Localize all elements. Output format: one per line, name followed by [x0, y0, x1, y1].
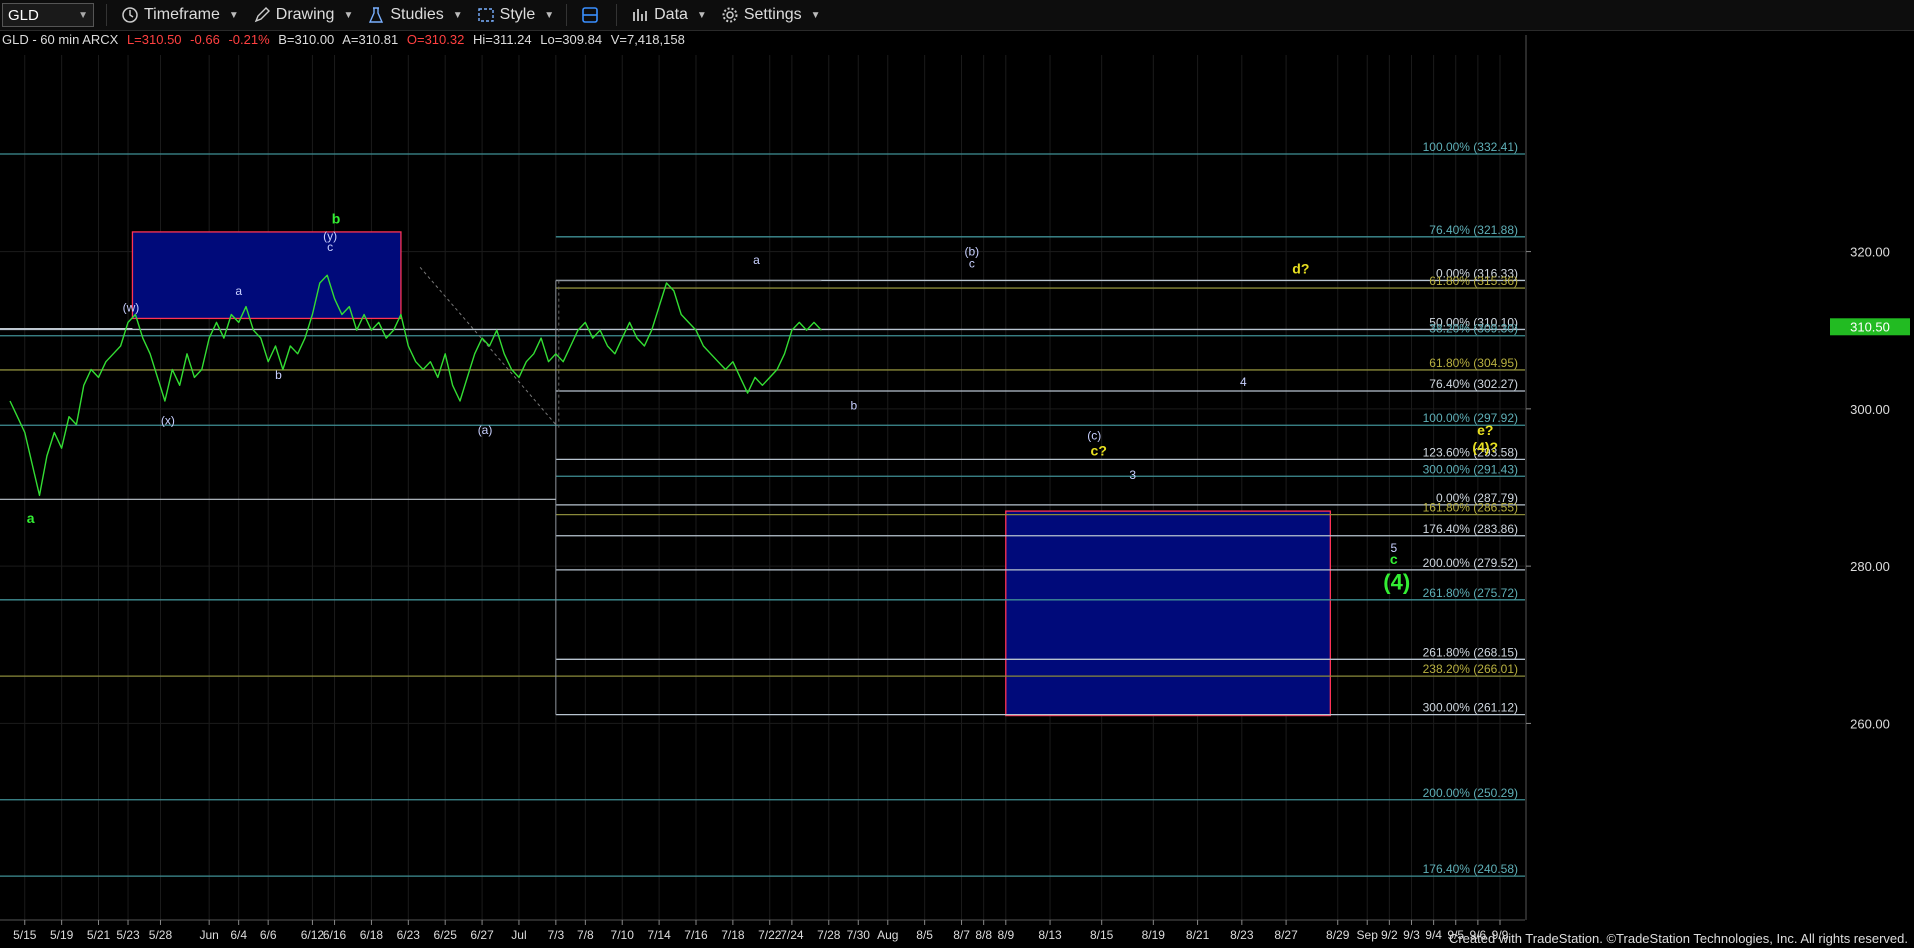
- last-price-label: 310.50: [1850, 319, 1890, 334]
- x-tick-label: 8/9: [997, 928, 1014, 942]
- x-tick-label: 6/12: [301, 928, 325, 942]
- fib-level-label: 76.40% (321.88): [1429, 223, 1518, 237]
- wave-label: b: [850, 399, 857, 413]
- wave-label: (4): [1383, 570, 1410, 595]
- x-tick-label: 7/8: [577, 928, 594, 942]
- wave-label: b: [332, 210, 341, 226]
- wave-label: a: [235, 284, 242, 298]
- x-tick-label: 7/3: [547, 928, 564, 942]
- x-tick-label: 7/30: [847, 928, 871, 942]
- x-tick-label: 6/25: [434, 928, 458, 942]
- target-box: [1005, 510, 1331, 717]
- wave-label: c: [1390, 551, 1398, 567]
- wave-label: 4: [1240, 375, 1247, 389]
- x-tick-label: 8/19: [1142, 928, 1166, 942]
- fib-level-label: 38.20% (309.30): [1429, 322, 1518, 336]
- x-tick-label: 9/4: [1425, 928, 1442, 942]
- wave-label: (x): [161, 414, 175, 428]
- wave-label: c?: [1091, 442, 1107, 458]
- x-tick-label: 5/21: [87, 928, 111, 942]
- chart-grid: [0, 55, 1525, 920]
- fib-level-label: 200.00% (250.29): [1423, 786, 1518, 800]
- x-tick-label: 7/18: [721, 928, 745, 942]
- wave-label: c: [327, 240, 333, 254]
- fib-level-label: 300.00% (291.43): [1423, 462, 1518, 476]
- wave-label: e?: [1477, 422, 1493, 438]
- x-tick-label: 8/21: [1186, 928, 1210, 942]
- wave-label: a: [27, 510, 35, 526]
- x-tick-label: 6/27: [470, 928, 494, 942]
- axes: 260.00 280.00 300.00 320.00 310.50 5/15 5/19 5/…: [0, 35, 1910, 942]
- wave-label: a: [753, 253, 760, 267]
- fib-level-label: 238.20% (266.01): [1423, 662, 1518, 676]
- dashed-trendline: [419, 266, 557, 425]
- x-tick-label: 5/15: [13, 928, 37, 942]
- wave-label: c: [969, 256, 975, 270]
- x-tick-label: Aug: [877, 928, 898, 942]
- y-tick-label: 280.00: [1850, 559, 1890, 574]
- y-tick-label: 260.00: [1850, 716, 1890, 731]
- x-tick-label: 9/3: [1403, 928, 1420, 942]
- x-tick-label: Sep: [1357, 928, 1379, 942]
- fib-level-label: 100.00% (297.92): [1423, 411, 1518, 425]
- price-chart[interactable]: 100.00% (332.41)76.40% (321.88)0.00% (31…: [0, 0, 1914, 948]
- x-tick-label: 7/10: [611, 928, 635, 942]
- x-tick-label: 6/18: [360, 928, 384, 942]
- wave-label: (c): [1087, 429, 1101, 443]
- x-tick-label: 8/15: [1090, 928, 1114, 942]
- x-tick-label: 7/14: [647, 928, 671, 942]
- x-tick-label: 6/6: [260, 928, 277, 942]
- wave-label: b: [275, 368, 282, 382]
- x-tick-label: 6/23: [397, 928, 421, 942]
- fib-level-label: 123.60% (293.58): [1423, 445, 1518, 459]
- x-tick-label: 5/28: [149, 928, 173, 942]
- x-tick-label: 5/23: [116, 928, 140, 942]
- x-tick-label: 7/16: [684, 928, 708, 942]
- x-tick-label: 5/19: [50, 928, 74, 942]
- wave-label: d?: [1292, 261, 1309, 277]
- wave-label: (w): [123, 300, 140, 314]
- wave-label: (4)?: [1472, 439, 1498, 455]
- y-tick-label: 300.00: [1850, 402, 1890, 417]
- x-tick-label: 9/2: [1381, 928, 1398, 942]
- x-tick-label: 8/8: [975, 928, 992, 942]
- fib-level-label: 161.80% (286.55): [1423, 501, 1518, 515]
- footer-credit: Created with TradeStation. ©TradeStation…: [1448, 931, 1908, 946]
- fib-level-label: 61.80% (315.36): [1429, 274, 1518, 288]
- x-tick-label: Jun: [199, 928, 218, 942]
- fib-level-label: 300.00% (261.12): [1423, 701, 1518, 715]
- x-tick-label: Jul: [511, 928, 526, 942]
- fib-level-label: 200.00% (279.52): [1423, 556, 1518, 570]
- x-tick-label: 7/22: [758, 928, 782, 942]
- fib-level-label: 61.80% (304.95): [1429, 356, 1518, 370]
- fib-level-label: 261.80% (275.72): [1423, 586, 1518, 600]
- x-tick-label: 6/4: [230, 928, 247, 942]
- wave-label: (a): [478, 423, 493, 437]
- x-tick-label: 8/27: [1274, 928, 1298, 942]
- x-tick-label: 8/5: [916, 928, 933, 942]
- fib-level-label: 261.80% (268.15): [1423, 645, 1518, 659]
- fib-level-label: 100.00% (332.41): [1423, 140, 1518, 154]
- wave-label: 3: [1129, 468, 1136, 482]
- fib-level-label: 76.40% (302.27): [1429, 377, 1518, 391]
- target-box: [131, 231, 402, 320]
- x-tick-label: 7/28: [817, 928, 841, 942]
- fib-level-label: 176.40% (283.86): [1423, 522, 1518, 536]
- x-tick-label: 6/16: [323, 928, 347, 942]
- fib-level-label: 176.40% (240.58): [1423, 862, 1518, 876]
- x-tick-label: 7/24: [780, 928, 804, 942]
- x-tick-label: 8/7: [953, 928, 970, 942]
- y-tick-label: 320.00: [1850, 245, 1890, 260]
- x-tick-label: 8/29: [1326, 928, 1350, 942]
- x-tick-label: 8/13: [1038, 928, 1062, 942]
- x-tick-label: 8/23: [1230, 928, 1254, 942]
